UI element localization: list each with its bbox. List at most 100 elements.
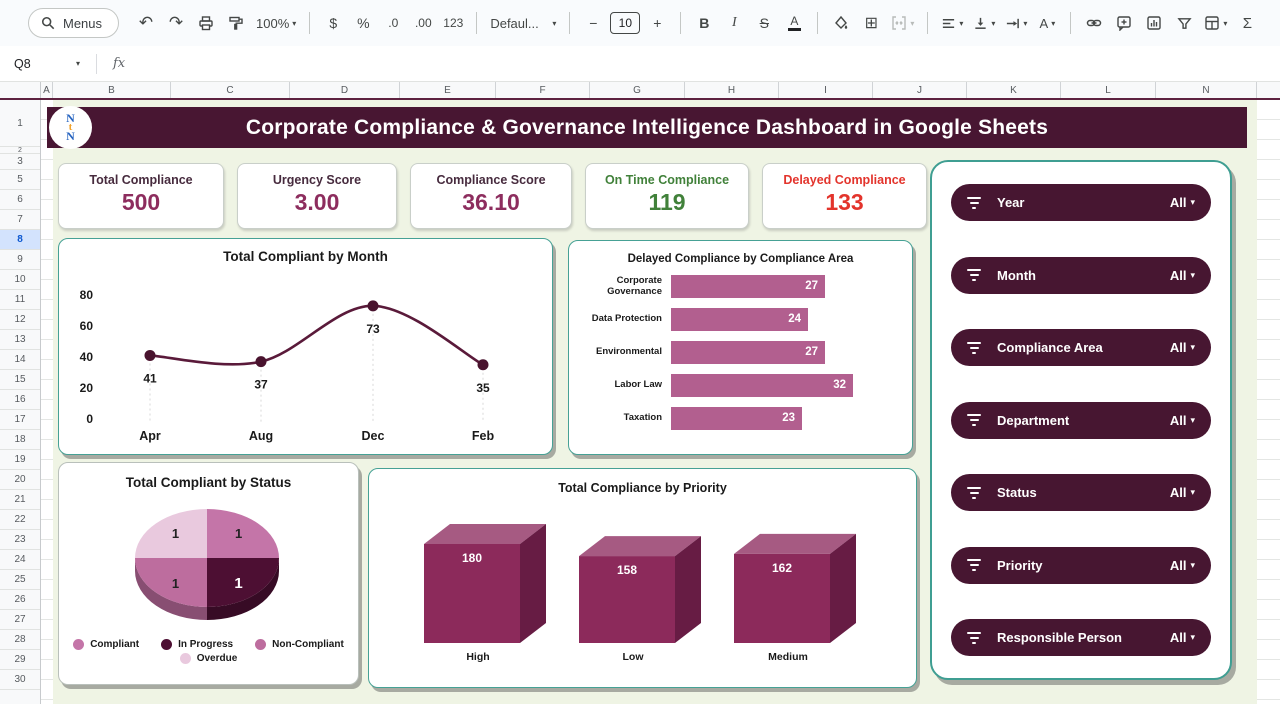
decrease-font-size-button[interactable]: − bbox=[580, 10, 606, 36]
insert-comment-button[interactable] bbox=[1111, 10, 1137, 36]
insert-chart-button[interactable] bbox=[1141, 10, 1167, 36]
merge-cells-button[interactable]: ▾ bbox=[888, 10, 917, 36]
currency-format-button[interactable]: $ bbox=[320, 10, 346, 36]
column-header-B[interactable]: B bbox=[53, 82, 171, 98]
column-header-G[interactable]: G bbox=[590, 82, 685, 98]
bar-category-label: Data Protection bbox=[579, 314, 671, 324]
filter-month[interactable]: MonthAll▾ bbox=[951, 257, 1211, 294]
text-rotation-button[interactable]: A ▾ bbox=[1034, 10, 1060, 36]
filter-department[interactable]: DepartmentAll▾ bbox=[951, 402, 1211, 439]
bar-value-label: 23 bbox=[782, 407, 795, 430]
row-header-29[interactable]: 29 bbox=[0, 650, 40, 670]
row-header-2[interactable]: 2 bbox=[0, 147, 40, 154]
row-header-1[interactable]: 1 bbox=[0, 100, 40, 147]
line-chart-card[interactable]: Total Compliant by Month 806040200413773… bbox=[58, 238, 553, 455]
row-header-5[interactable]: 5 bbox=[0, 170, 40, 190]
row-header-22[interactable]: 22 bbox=[0, 510, 40, 530]
column-header-C[interactable]: C bbox=[171, 82, 290, 98]
create-filter-button[interactable] bbox=[1171, 10, 1197, 36]
row-header-9[interactable]: 9 bbox=[0, 250, 40, 270]
fill-color-button[interactable] bbox=[828, 10, 854, 36]
column-header-F[interactable]: F bbox=[496, 82, 590, 98]
row-header-11[interactable]: 11 bbox=[0, 290, 40, 310]
undo-button[interactable]: ↶ bbox=[133, 10, 159, 36]
row-header-25[interactable]: 25 bbox=[0, 570, 40, 590]
text-color-button[interactable]: A bbox=[781, 10, 807, 36]
row-header-27[interactable]: 27 bbox=[0, 610, 40, 630]
row-header-18[interactable]: 18 bbox=[0, 430, 40, 450]
row-header-10[interactable]: 10 bbox=[0, 270, 40, 290]
column-header-E[interactable]: E bbox=[400, 82, 496, 98]
pie-chart-card[interactable]: Total Compliant by Status 1111 Compliant… bbox=[58, 462, 359, 685]
vertical-align-button[interactable]: ▾ bbox=[970, 10, 998, 36]
horizontal-align-button[interactable]: ▾ bbox=[938, 10, 966, 36]
filter-status[interactable]: StatusAll▾ bbox=[951, 474, 1211, 511]
italic-button[interactable]: I bbox=[721, 10, 747, 36]
bar: 23 bbox=[671, 407, 802, 430]
column-header-K[interactable]: K bbox=[967, 82, 1061, 98]
paint-format-button[interactable] bbox=[223, 10, 249, 36]
row-header-20[interactable]: 20 bbox=[0, 470, 40, 490]
column-header-D[interactable]: D bbox=[290, 82, 400, 98]
row-header-8[interactable]: 8 bbox=[0, 230, 40, 250]
menus-search[interactable]: Menus bbox=[28, 8, 119, 38]
row-header-15[interactable]: 15 bbox=[0, 370, 40, 390]
filter-year[interactable]: YearAll▾ bbox=[951, 184, 1211, 221]
increase-font-size-button[interactable]: + bbox=[644, 10, 670, 36]
name-box[interactable]: Q8 ▾ bbox=[0, 57, 88, 71]
row-header-28[interactable]: 28 bbox=[0, 630, 40, 650]
font-size-input[interactable]: 10 bbox=[610, 12, 640, 34]
functions-button[interactable]: Σ bbox=[1234, 10, 1260, 36]
bold-button[interactable]: B bbox=[691, 10, 717, 36]
row-header-3[interactable]: 3 bbox=[0, 154, 40, 170]
legend-dot bbox=[73, 639, 84, 650]
more-formats-button[interactable]: 123 bbox=[440, 10, 466, 36]
filter-bar bbox=[972, 352, 976, 354]
priority-chart-card[interactable]: Total Compliance by Priority 180High158L… bbox=[368, 468, 917, 688]
row-header-12[interactable]: 12 bbox=[0, 310, 40, 330]
redo-button[interactable]: ↷ bbox=[163, 10, 189, 36]
column-header-N[interactable]: N bbox=[1156, 82, 1257, 98]
column-header-I[interactable]: I bbox=[779, 82, 873, 98]
row-header-21[interactable]: 21 bbox=[0, 490, 40, 510]
row-header-6[interactable]: 6 bbox=[0, 190, 40, 210]
column-header-L[interactable]: L bbox=[1061, 82, 1156, 98]
row-header-17[interactable]: 17 bbox=[0, 410, 40, 430]
row-header-23[interactable]: 23 bbox=[0, 530, 40, 550]
column-header-A[interactable]: A bbox=[41, 82, 53, 98]
formula-input[interactable] bbox=[125, 46, 1280, 81]
table-views-button[interactable]: ▾ bbox=[1201, 10, 1230, 36]
paint-bucket-icon bbox=[833, 15, 849, 31]
strikethrough-button[interactable]: S bbox=[751, 10, 777, 36]
filter-value: All bbox=[1170, 630, 1187, 645]
row-header-14[interactable]: 14 bbox=[0, 350, 40, 370]
row-header-7[interactable]: 7 bbox=[0, 210, 40, 230]
bar-chart-card[interactable]: Delayed Compliance by Compliance Area Co… bbox=[568, 240, 913, 455]
increase-decimal-button[interactable]: .00 bbox=[410, 10, 436, 36]
filter-compliance-area[interactable]: Compliance AreaAll▾ bbox=[951, 329, 1211, 366]
column-header-H[interactable]: H bbox=[685, 82, 779, 98]
column-header-J[interactable]: J bbox=[873, 82, 967, 98]
filter-bar bbox=[970, 564, 979, 566]
zoom-select[interactable]: 100%▾ bbox=[253, 10, 299, 36]
filter-bar bbox=[972, 207, 976, 209]
select-all-corner[interactable] bbox=[0, 82, 41, 98]
row-header-26[interactable]: 26 bbox=[0, 590, 40, 610]
font-select[interactable]: Defaul...▾ bbox=[487, 10, 559, 36]
sheet-canvas[interactable]: N t N Corporate Compliance & Governance … bbox=[41, 100, 1257, 704]
row-header-13[interactable]: 13 bbox=[0, 330, 40, 350]
filter-priority[interactable]: PriorityAll▾ bbox=[951, 547, 1211, 584]
row-header-24[interactable]: 24 bbox=[0, 550, 40, 570]
filter-bar bbox=[972, 279, 976, 281]
row-header-30[interactable]: 30 bbox=[0, 670, 40, 690]
row-header-16[interactable]: 16 bbox=[0, 390, 40, 410]
font-value: Defaul... bbox=[490, 16, 538, 31]
percent-format-button[interactable]: % bbox=[350, 10, 376, 36]
decrease-decimal-button[interactable]: .0 bbox=[380, 10, 406, 36]
print-button[interactable] bbox=[193, 10, 219, 36]
borders-button[interactable]: ⊞ bbox=[858, 10, 884, 36]
insert-link-button[interactable] bbox=[1081, 10, 1107, 36]
filter-responsible-person[interactable]: Responsible PersonAll▾ bbox=[951, 619, 1211, 656]
text-wrap-button[interactable]: ▾ bbox=[1002, 10, 1030, 36]
row-header-19[interactable]: 19 bbox=[0, 450, 40, 470]
